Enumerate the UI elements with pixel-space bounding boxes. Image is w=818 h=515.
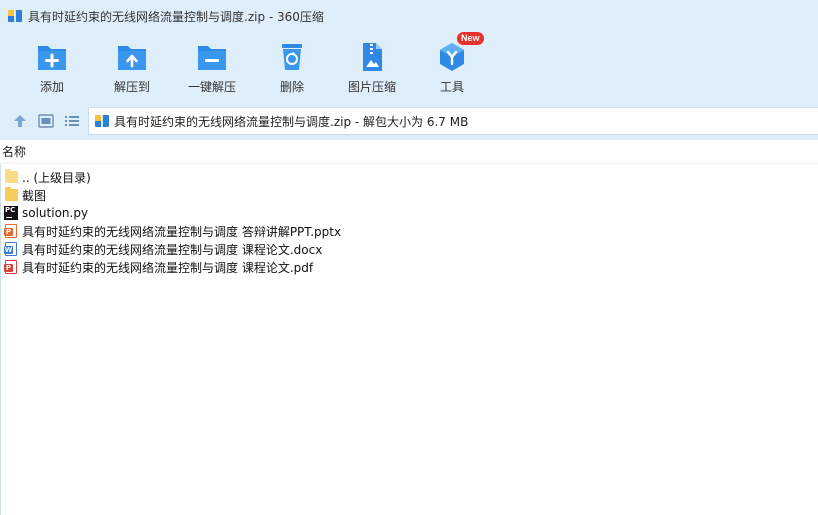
- extract-to-button[interactable]: 解压到: [92, 40, 172, 95]
- list-view-button[interactable]: [63, 112, 81, 130]
- powerpoint-file-icon: P: [4, 223, 19, 239]
- folder-icon: [4, 187, 19, 203]
- delete-label: 删除: [279, 80, 304, 94]
- file-list: .. (上级目录) 截图 PC solution.py P 具有时延约束的无线网…: [0, 168, 818, 276]
- image-compress-button[interactable]: 图片压缩: [332, 40, 412, 95]
- path-address-field[interactable]: 具有时延约束的无线网络流量控制与调度.zip - 解包大小为 6.7 MB: [88, 107, 818, 135]
- file-name: 截图: [22, 188, 47, 203]
- one-click-extract-icon: [195, 40, 229, 74]
- file-name: 具有时延约束的无线网络流量控制与调度 课程论文.docx: [22, 242, 323, 257]
- list-item-folder[interactable]: 截图: [0, 186, 818, 204]
- navigation-bar: 具有时延约束的无线网络流量控制与调度.zip - 解包大小为 6.7 MB: [0, 102, 818, 140]
- main-toolbar: 添加 解压到 一键解压 删除 图片压缩 New 工具: [0, 32, 818, 102]
- one-click-extract-button[interactable]: 一键解压: [172, 40, 252, 95]
- tools-button[interactable]: New 工具: [412, 32, 492, 95]
- window-title: 具有时延约束的无线网络流量控制与调度.zip - 360压缩: [28, 9, 324, 24]
- list-view-icon: [65, 116, 79, 126]
- column-header-name[interactable]: 名称: [2, 143, 26, 160]
- up-level-button[interactable]: [11, 112, 29, 130]
- file-list-header: 名称: [0, 140, 818, 164]
- tools-icon: New: [435, 32, 484, 74]
- tools-label: 工具: [439, 80, 464, 94]
- folder-icon: [4, 169, 19, 185]
- pycharm-file-icon: PC: [4, 205, 19, 221]
- delete-button[interactable]: 删除: [252, 40, 332, 95]
- extract-to-label: 解压到: [113, 80, 150, 94]
- list-item-file[interactable]: P 具有时延约束的无线网络流量控制与调度 答辩讲解PPT.pptx: [0, 222, 818, 240]
- one-click-extract-label: 一键解压: [187, 80, 236, 94]
- word-file-icon: W: [4, 241, 19, 257]
- zip-archive-icon: [7, 8, 23, 24]
- title-bar: 具有时延约束的无线网络流量控制与调度.zip - 360压缩: [0, 0, 818, 32]
- zip-archive-icon: [94, 113, 110, 129]
- add-folder-icon: [35, 40, 69, 74]
- add-label: 添加: [39, 80, 64, 94]
- file-name: .. (上级目录): [22, 170, 91, 185]
- file-name: solution.py: [22, 206, 89, 220]
- file-name: 具有时延约束的无线网络流量控制与调度 答辩讲解PPT.pptx: [22, 224, 342, 239]
- image-compress-icon: [355, 40, 389, 74]
- arrow-up-icon: [14, 115, 26, 127]
- image-compress-label: 图片压缩: [347, 80, 396, 94]
- thumbnail-view-button[interactable]: [37, 112, 55, 130]
- new-badge: New: [457, 32, 484, 45]
- list-item-parent-directory[interactable]: .. (上级目录): [0, 168, 818, 186]
- path-text: 具有时延约束的无线网络流量控制与调度.zip - 解包大小为 6.7 MB: [114, 114, 469, 129]
- list-item-file[interactable]: W 具有时延约束的无线网络流量控制与调度 课程论文.docx: [0, 240, 818, 258]
- list-item-file[interactable]: P 具有时延约束的无线网络流量控制与调度 课程论文.pdf: [0, 258, 818, 276]
- extract-to-icon: [115, 40, 149, 74]
- add-button[interactable]: 添加: [12, 40, 92, 95]
- file-name: 具有时延约束的无线网络流量控制与调度 课程论文.pdf: [22, 260, 314, 275]
- list-item-file[interactable]: PC solution.py: [0, 204, 818, 222]
- thumbnail-view-icon: [38, 114, 54, 128]
- recycle-delete-icon: [275, 40, 309, 74]
- pdf-file-icon: P: [4, 259, 19, 275]
